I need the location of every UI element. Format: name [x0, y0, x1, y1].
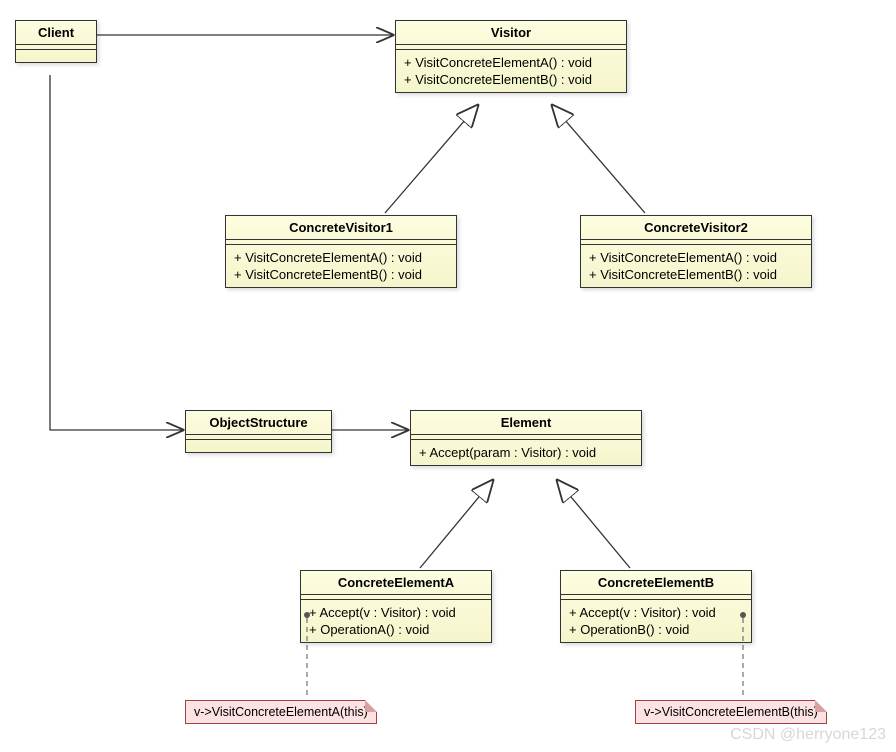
- class-ops: + VisitConcreteElementA() : void + Visit…: [226, 245, 456, 287]
- class-visitor: Visitor + VisitConcreteElementA() : void…: [395, 20, 627, 93]
- op: + VisitConcreteElementB() : void: [404, 71, 618, 88]
- class-concrete-visitor1: ConcreteVisitor1 + VisitConcreteElementA…: [225, 215, 457, 288]
- class-ops: + Accept(v : Visitor) : void + Operation…: [561, 600, 751, 642]
- class-object-structure: ObjectStructure: [185, 410, 332, 453]
- class-title: Visitor: [396, 21, 626, 45]
- assoc-client-objectstructure: [50, 75, 183, 430]
- note-concrete-element-b: v->VisitConcreteElementB(this): [635, 700, 827, 724]
- class-ops: + VisitConcreteElementA() : void + Visit…: [396, 50, 626, 92]
- gen-cv2-visitor: [552, 105, 645, 213]
- gen-cv1-visitor: [385, 105, 478, 213]
- watermark: CSDN @herryone123: [730, 726, 886, 744]
- op: + OperationB() : void: [569, 621, 743, 638]
- class-client: Client: [15, 20, 97, 63]
- class-title: ConcreteVisitor1: [226, 216, 456, 240]
- class-concrete-element-a: ConcreteElementA + Accept(v : Visitor) :…: [300, 570, 492, 643]
- gen-ceb-element: [557, 480, 630, 568]
- op: + Accept(v : Visitor) : void: [309, 604, 483, 621]
- class-title: ConcreteVisitor2: [581, 216, 811, 240]
- op: + VisitConcreteElementA() : void: [404, 54, 618, 71]
- op: + VisitConcreteElementB() : void: [589, 266, 803, 283]
- op: + OperationA() : void: [309, 621, 483, 638]
- op: + Accept(v : Visitor) : void: [569, 604, 743, 621]
- class-ops-empty: [16, 50, 96, 62]
- op: + VisitConcreteElementB() : void: [234, 266, 448, 283]
- op: + Accept(param : Visitor) : void: [419, 444, 633, 461]
- class-element: Element + Accept(param : Visitor) : void: [410, 410, 642, 466]
- class-ops: + VisitConcreteElementA() : void + Visit…: [581, 245, 811, 287]
- class-ops: + Accept(v : Visitor) : void + Operation…: [301, 600, 491, 642]
- class-concrete-visitor2: ConcreteVisitor2 + VisitConcreteElementA…: [580, 215, 812, 288]
- class-ops: + Accept(param : Visitor) : void: [411, 440, 641, 465]
- op: + VisitConcreteElementA() : void: [589, 249, 803, 266]
- class-title: ObjectStructure: [186, 411, 331, 435]
- class-title: ConcreteElementA: [301, 571, 491, 595]
- class-title: Element: [411, 411, 641, 435]
- op: + VisitConcreteElementA() : void: [234, 249, 448, 266]
- class-title: ConcreteElementB: [561, 571, 751, 595]
- class-ops-empty: [186, 440, 331, 452]
- note-concrete-element-a: v->VisitConcreteElementA(this): [185, 700, 377, 724]
- class-concrete-element-b: ConcreteElementB + Accept(v : Visitor) :…: [560, 570, 752, 643]
- class-title: Client: [16, 21, 96, 45]
- gen-cea-element: [420, 480, 493, 568]
